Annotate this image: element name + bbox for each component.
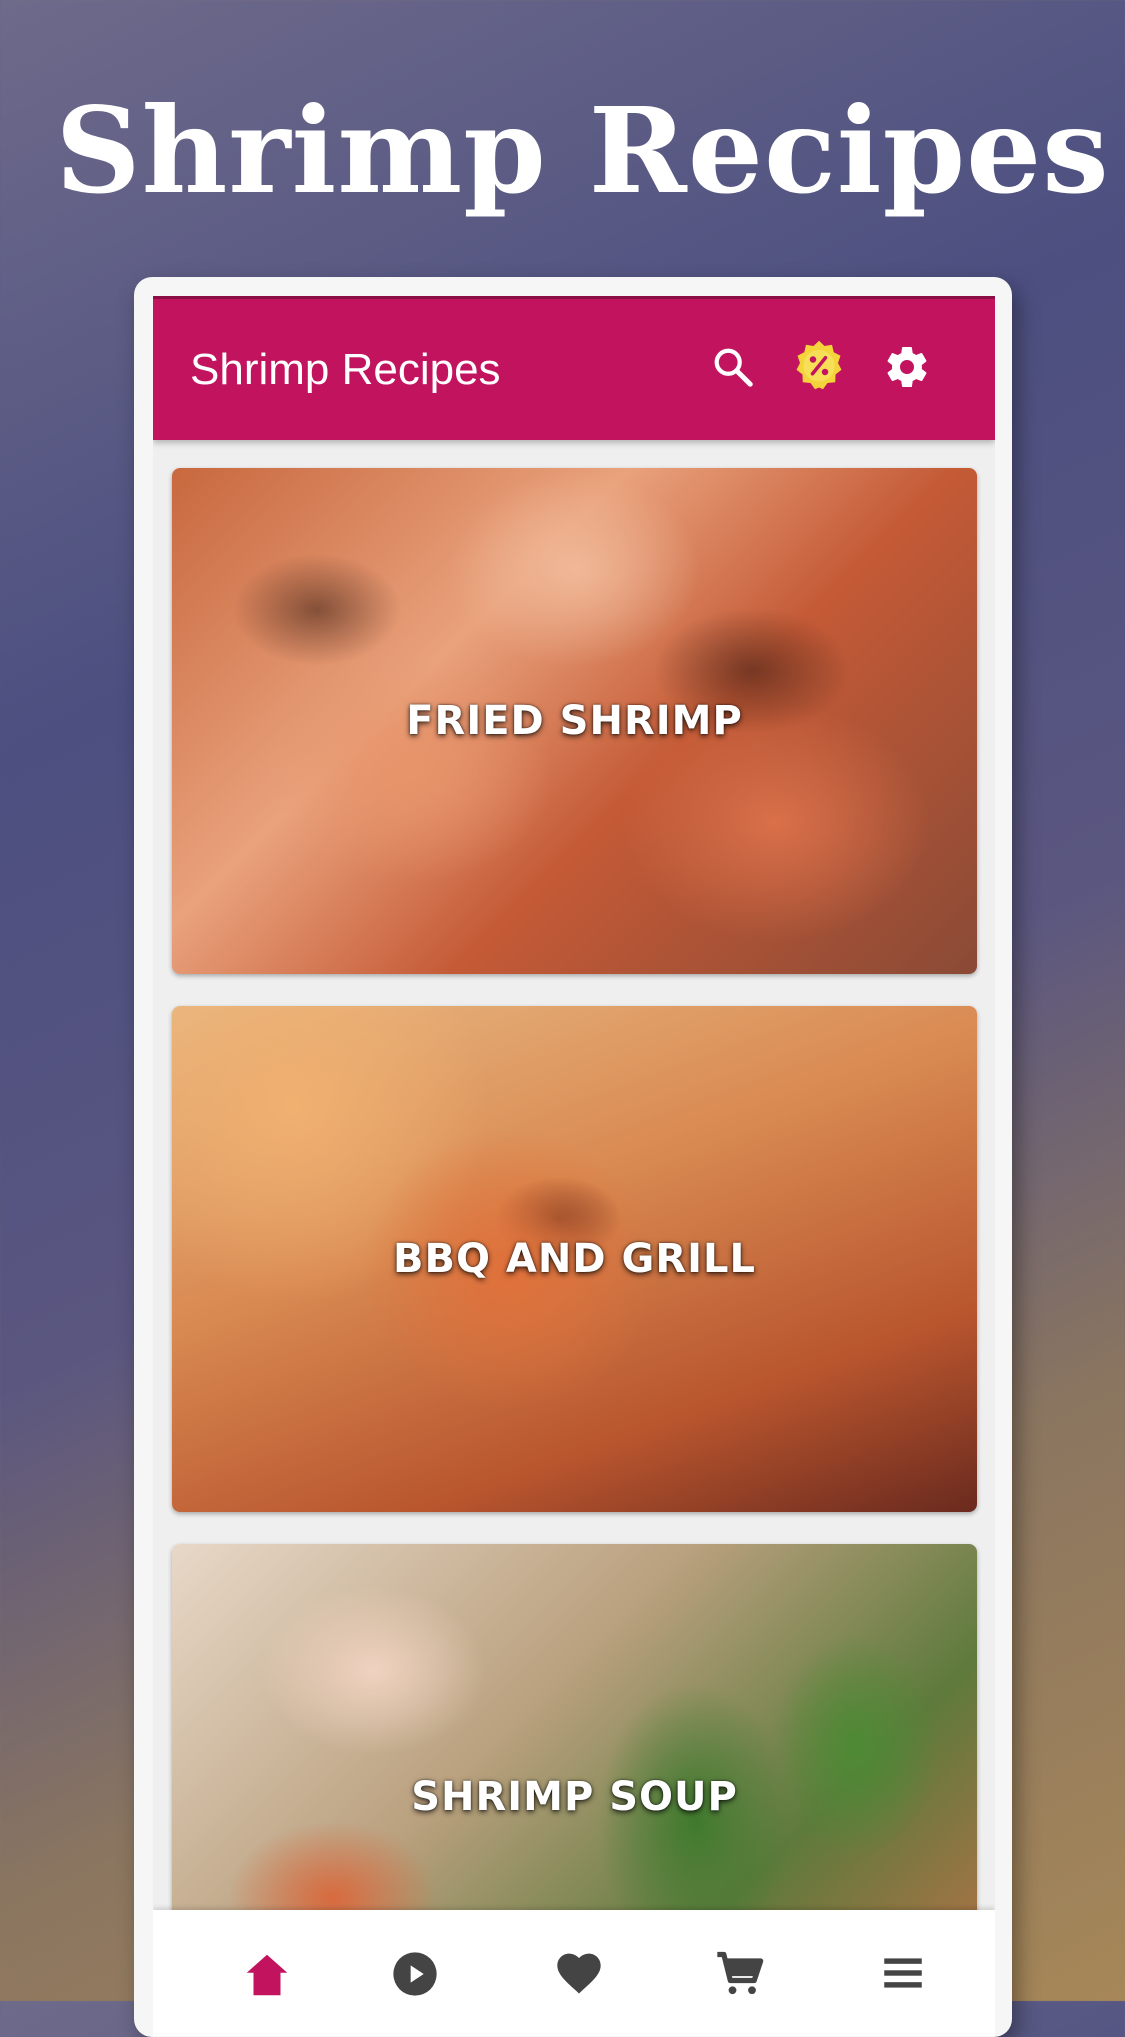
- settings-button[interactable]: [875, 335, 939, 399]
- nav-videos[interactable]: [385, 1948, 445, 2008]
- search-button[interactable]: [701, 335, 765, 399]
- category-label: FRIED SHRIMP: [406, 698, 743, 744]
- home-icon: [246, 1954, 288, 1996]
- heart-icon: [557, 1953, 601, 1994]
- menu-icon: [884, 1958, 922, 1988]
- category-card-fried-shrimp[interactable]: FRIED SHRIMP: [172, 468, 977, 974]
- offers-button[interactable]: [787, 335, 851, 399]
- nav-shopping-list[interactable]: [709, 1948, 769, 2008]
- bottom-navigation: [153, 1910, 995, 2036]
- app-screen: Shrimp Recipes FRIED SHRIMP BBQ AND GRIL…: [153, 296, 995, 2036]
- nav-favorites[interactable]: [549, 1948, 609, 2008]
- search-icon: [714, 348, 753, 387]
- app-bar-title: Shrimp Recipes: [190, 345, 501, 394]
- promo-title: Shrimp Recipes: [55, 81, 1110, 220]
- phone-frame: Shrimp Recipes FRIED SHRIMP BBQ AND GRIL…: [134, 277, 1012, 2037]
- nav-home[interactable]: [237, 1948, 297, 2008]
- category-label: BBQ AND GRILL: [393, 1236, 756, 1282]
- discount-badge-icon: [796, 340, 842, 390]
- play-icon: [393, 1952, 437, 1996]
- gear-icon: [887, 347, 927, 388]
- cart-icon: [717, 1951, 764, 1995]
- nav-more[interactable]: [873, 1948, 933, 2008]
- app-bar: Shrimp Recipes: [153, 296, 995, 440]
- category-card-bbq-and-grill[interactable]: BBQ AND GRILL: [172, 1006, 977, 1512]
